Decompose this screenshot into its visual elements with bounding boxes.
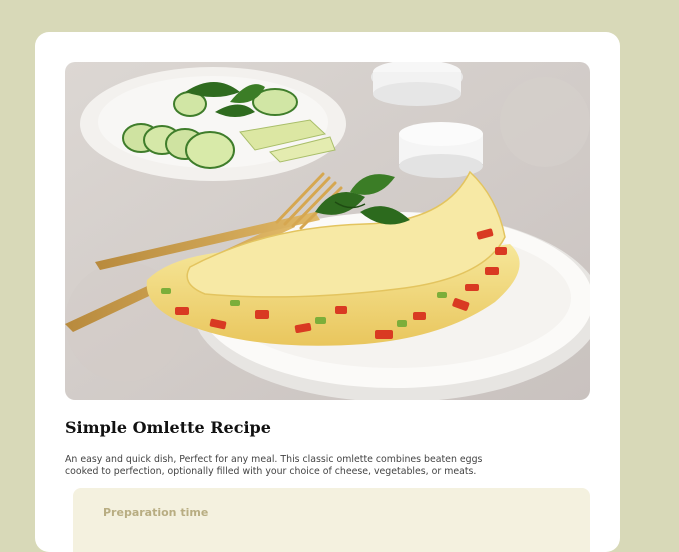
preparation-time-section: Preparation time [73,488,590,552]
recipe-card: Simple Omlette Recipe An easy and quick … [35,32,620,552]
preparation-time-heading: Preparation time [103,506,209,519]
omelette-photo [65,62,590,400]
recipe-description: An easy and quick dish, Perfect for any … [65,454,483,477]
recipe-title: Simple Omlette Recipe [65,418,271,437]
